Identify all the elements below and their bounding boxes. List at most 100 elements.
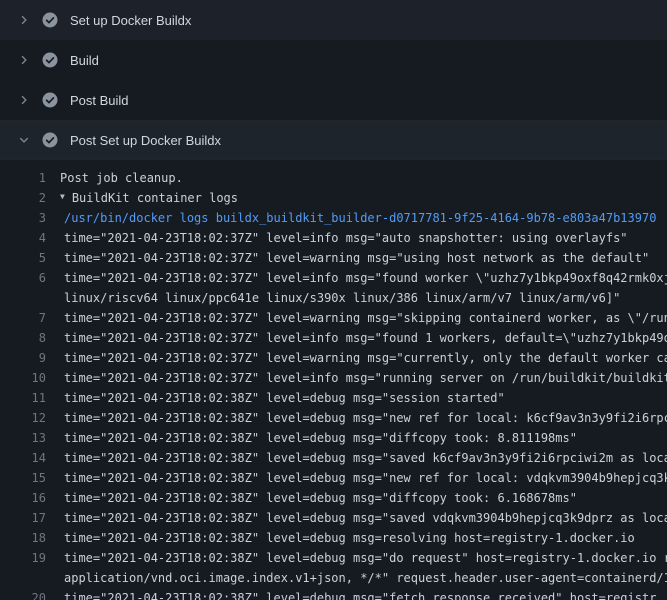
log-text: time="2021-04-23T18:02:38Z" level=debug … — [60, 448, 667, 468]
log-text: BuildKit container logs — [72, 188, 667, 208]
line-number[interactable]: 14 — [16, 448, 46, 468]
log-line: 13 time="2021-04-23T18:02:38Z" level=deb… — [0, 428, 667, 448]
log-line: 20 time="2021-04-23T18:02:38Z" level=deb… — [0, 588, 667, 600]
log-line-row: 12 time="2021-04-23T18:02:38Z" level=deb… — [0, 408, 667, 428]
log-line-row: 13 time="2021-04-23T18:02:38Z" level=deb… — [0, 428, 667, 448]
log-line-row: 11 time="2021-04-23T18:02:38Z" level=deb… — [0, 388, 667, 408]
log-text: /usr/bin/docker logs buildx_buildkit_bui… — [60, 208, 667, 228]
log-line-row: 19 time="2021-04-23T18:02:38Z" level=deb… — [0, 548, 667, 568]
line-number[interactable]: 18 — [16, 528, 46, 548]
log-line: 6 time="2021-04-23T18:02:37Z" level=info… — [0, 268, 667, 308]
log-line: 18 time="2021-04-23T18:02:38Z" level=deb… — [0, 528, 667, 548]
step-label: Post Build — [70, 93, 129, 108]
log-text: application/vnd.oci.image.index.v1+json,… — [60, 568, 667, 588]
actions-log-viewer: Set up Docker Buildx Build Post Buil — [0, 0, 667, 600]
log-text: time="2021-04-23T18:02:37Z" level=info m… — [60, 368, 667, 388]
check-circle-icon — [42, 12, 58, 28]
log-line-row: 18 time="2021-04-23T18:02:38Z" level=deb… — [0, 528, 667, 548]
log-line: 14 time="2021-04-23T18:02:38Z" level=deb… — [0, 448, 667, 468]
log-text: time="2021-04-23T18:02:38Z" level=debug … — [60, 528, 667, 548]
step-header[interactable]: Post Set up Docker Buildx — [0, 120, 667, 160]
log-text: time="2021-04-23T18:02:38Z" level=debug … — [60, 488, 667, 508]
line-number[interactable]: 5 — [16, 248, 46, 268]
log-line-row: linux/riscv64 linux/ppc641e linux/s390x … — [0, 288, 667, 308]
log-text: time="2021-04-23T18:02:38Z" level=debug … — [60, 408, 667, 428]
chevron-down-icon — [16, 134, 32, 146]
log-line-row: 16 time="2021-04-23T18:02:38Z" level=deb… — [0, 488, 667, 508]
log-line-row: 9 time="2021-04-23T18:02:37Z" level=warn… — [0, 348, 667, 368]
log-text: Post job cleanup. — [60, 168, 667, 188]
line-number[interactable]: 15 — [16, 468, 46, 488]
log-line-row: 6 time="2021-04-23T18:02:37Z" level=info… — [0, 268, 667, 288]
log-text: time="2021-04-23T18:02:38Z" level=debug … — [60, 588, 667, 600]
step-header[interactable]: Set up Docker Buildx — [0, 0, 667, 40]
log-text: time="2021-04-23T18:02:37Z" level=warnin… — [60, 248, 667, 268]
log-line-row: application/vnd.oci.image.index.v1+json,… — [0, 568, 667, 588]
log-text: time="2021-04-23T18:02:37Z" level=warnin… — [60, 308, 667, 328]
step-label: Post Set up Docker Buildx — [70, 133, 221, 148]
log-line: 7 time="2021-04-23T18:02:37Z" level=warn… — [0, 308, 667, 328]
log-lines: 1 Post job cleanup. 2 ▼ BuildKit contain… — [0, 160, 667, 600]
line-number[interactable]: 16 — [16, 488, 46, 508]
step-label: Build — [70, 53, 99, 68]
line-number[interactable]: 9 — [16, 348, 46, 368]
line-number[interactable]: 2 — [16, 188, 46, 208]
check-circle-icon — [42, 52, 58, 68]
log-line-row: 4 time="2021-04-23T18:02:37Z" level=info… — [0, 228, 667, 248]
log-text: time="2021-04-23T18:02:38Z" level=debug … — [60, 428, 667, 448]
step-header[interactable]: Post Build — [0, 80, 667, 120]
log-line: 19 time="2021-04-23T18:02:38Z" level=deb… — [0, 548, 667, 588]
log-line: 9 time="2021-04-23T18:02:37Z" level=warn… — [0, 348, 667, 368]
check-circle-icon — [42, 132, 58, 148]
log-line: 3 /usr/bin/docker logs buildx_buildkit_b… — [0, 208, 667, 228]
log-line: 4 time="2021-04-23T18:02:37Z" level=info… — [0, 228, 667, 248]
line-number[interactable]: 19 — [16, 548, 46, 568]
log-line-row: 1 Post job cleanup. — [0, 168, 667, 188]
log-line: 12 time="2021-04-23T18:02:38Z" level=deb… — [0, 408, 667, 428]
log-line: 10 time="2021-04-23T18:02:37Z" level=inf… — [0, 368, 667, 388]
log-line-row: 15 time="2021-04-23T18:02:38Z" level=deb… — [0, 468, 667, 488]
log-text: time="2021-04-23T18:02:37Z" level=info m… — [60, 328, 667, 348]
log-line: 5 time="2021-04-23T18:02:37Z" level=warn… — [0, 248, 667, 268]
line-number[interactable]: 1 — [16, 168, 46, 188]
log-text: time="2021-04-23T18:02:37Z" level=warnin… — [60, 348, 667, 368]
log-text: time="2021-04-23T18:02:38Z" level=debug … — [60, 388, 667, 408]
line-number[interactable]: 8 — [16, 328, 46, 348]
log-text: time="2021-04-23T18:02:37Z" level=info m… — [60, 268, 667, 288]
log-text: time="2021-04-23T18:02:38Z" level=debug … — [60, 548, 667, 568]
log-line-row: 3 /usr/bin/docker logs buildx_buildkit_b… — [0, 208, 667, 228]
log-line-row: 2 ▼ BuildKit container logs — [0, 188, 667, 208]
log-text: time="2021-04-23T18:02:38Z" level=debug … — [60, 468, 667, 488]
log-line-row: 14 time="2021-04-23T18:02:38Z" level=deb… — [0, 448, 667, 468]
line-number[interactable]: 13 — [16, 428, 46, 448]
line-number[interactable]: 4 — [16, 228, 46, 248]
line-number[interactable]: 3 — [16, 208, 46, 228]
log-line-row: 8 time="2021-04-23T18:02:37Z" level=info… — [0, 328, 667, 348]
log-line-row: 20 time="2021-04-23T18:02:38Z" level=deb… — [0, 588, 667, 600]
log-line-row: 17 time="2021-04-23T18:02:38Z" level=deb… — [0, 508, 667, 528]
line-number[interactable]: 12 — [16, 408, 46, 428]
log-text: linux/riscv64 linux/ppc641e linux/s390x … — [60, 288, 667, 308]
step-header[interactable]: Build — [0, 40, 667, 80]
group-toggle-icon[interactable]: ▼ — [60, 187, 65, 207]
steps-list: Set up Docker Buildx Build Post Buil — [0, 0, 667, 160]
step-label: Set up Docker Buildx — [70, 13, 191, 28]
log-line-row: 5 time="2021-04-23T18:02:37Z" level=warn… — [0, 248, 667, 268]
chevron-right-icon — [16, 94, 32, 106]
log-line-row: 10 time="2021-04-23T18:02:37Z" level=inf… — [0, 368, 667, 388]
line-number[interactable]: 7 — [16, 308, 46, 328]
line-number[interactable]: 17 — [16, 508, 46, 528]
chevron-right-icon — [16, 54, 32, 66]
log-line: 1 Post job cleanup. — [0, 168, 667, 188]
log-line: 15 time="2021-04-23T18:02:38Z" level=deb… — [0, 468, 667, 488]
log-line-row: 7 time="2021-04-23T18:02:37Z" level=warn… — [0, 308, 667, 328]
log-line: 11 time="2021-04-23T18:02:38Z" level=deb… — [0, 388, 667, 408]
log-text: time="2021-04-23T18:02:37Z" level=info m… — [60, 228, 667, 248]
log-line: 17 time="2021-04-23T18:02:38Z" level=deb… — [0, 508, 667, 528]
line-number[interactable]: 10 — [16, 368, 46, 388]
line-number[interactable]: 6 — [16, 268, 46, 288]
line-number[interactable]: 11 — [16, 388, 46, 408]
log-line: 2 ▼ BuildKit container logs — [0, 188, 667, 208]
line-number[interactable]: 20 — [16, 588, 46, 600]
chevron-right-icon — [16, 14, 32, 26]
